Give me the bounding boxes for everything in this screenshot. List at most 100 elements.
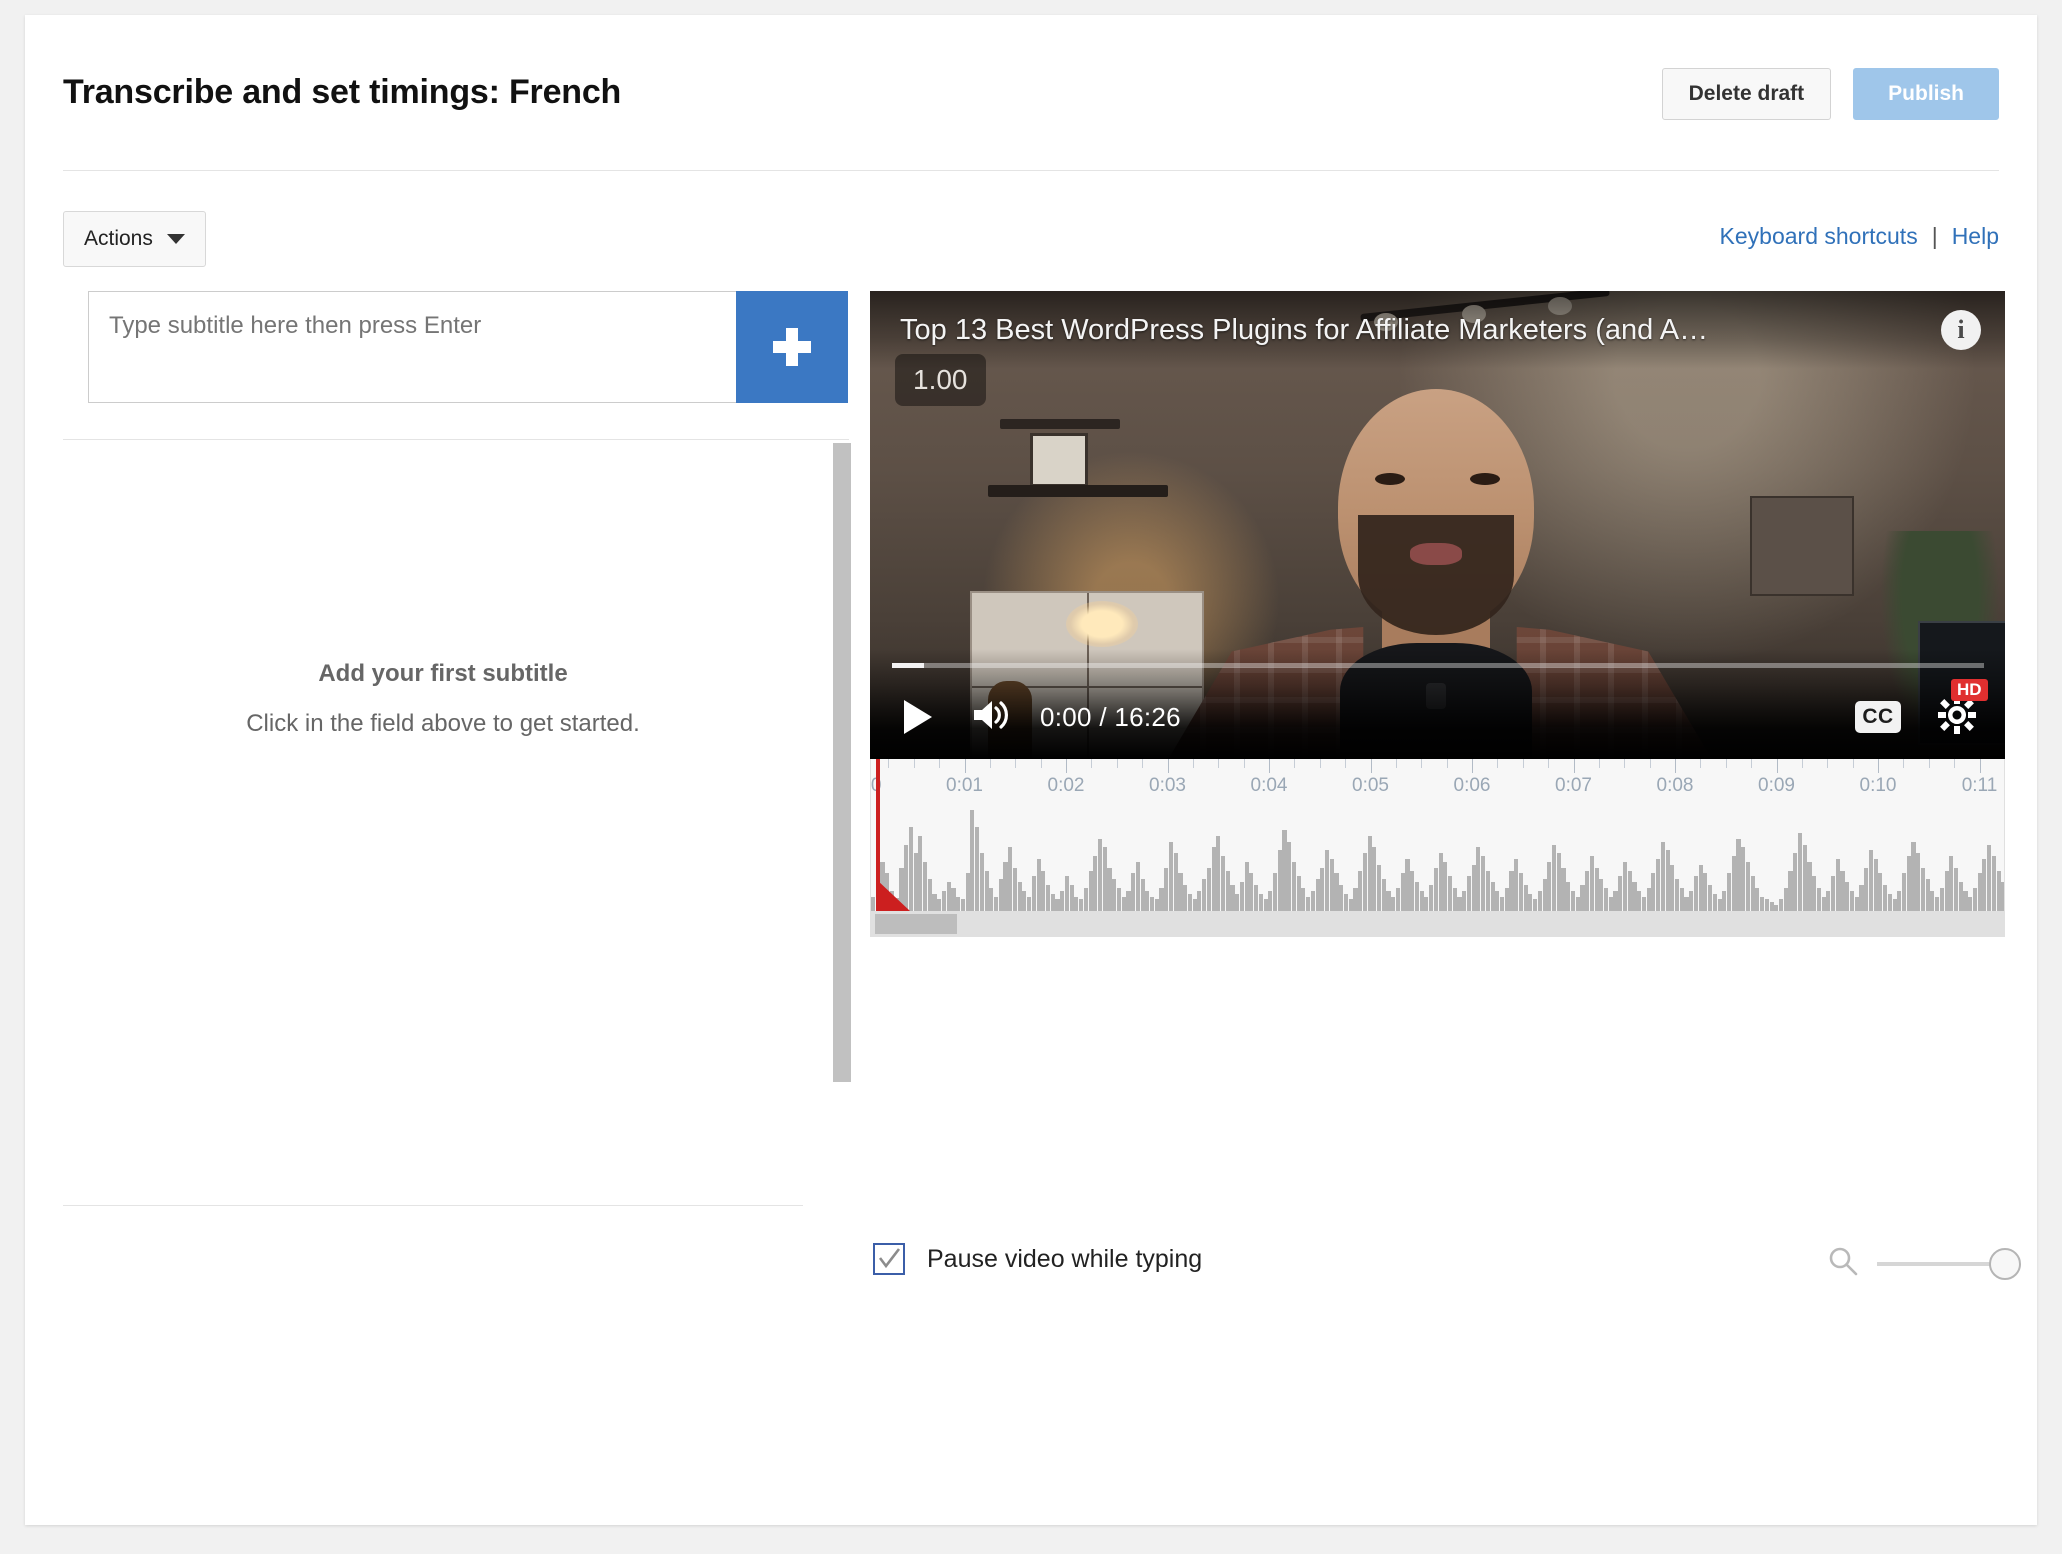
timeline-tick-label: 0:09 [1758, 775, 1795, 796]
info-icon[interactable]: i [1941, 310, 1981, 350]
delete-draft-button[interactable]: Delete draft [1661, 68, 1832, 120]
waveform-bar [1656, 858, 1661, 911]
play-button[interactable] [904, 700, 932, 734]
waveform-bar [1703, 873, 1708, 911]
waveform-bar [1495, 890, 1500, 911]
timeline-scrollbar-thumb[interactable] [875, 914, 957, 934]
waveform-bar [1679, 887, 1684, 911]
timeline-tick [1649, 759, 1651, 768]
time-display: 0:00 / 16:26 [1040, 701, 1181, 732]
timeline-tick [1675, 759, 1676, 773]
timeline-tick [1218, 759, 1220, 768]
waveform-bar [1821, 896, 1826, 911]
waveform-bar [1414, 882, 1419, 911]
video-title[interactable]: Top 13 Best WordPress Plugins for Affili… [900, 314, 1941, 347]
waveform-bar [1807, 861, 1812, 911]
chevron-down-icon [166, 234, 185, 244]
waveform-bar [941, 890, 947, 911]
waveform-bar [1627, 870, 1632, 911]
waveform-bar [1230, 884, 1235, 911]
waveform-bar [1944, 870, 1949, 911]
waveform-bar [1362, 853, 1367, 911]
waveform-bar [1220, 856, 1226, 911]
subtitle-editor-panel: Add your first subtitle Click in the fie… [63, 291, 851, 1231]
waveform-bar [1045, 884, 1051, 911]
waveform-bar [1580, 884, 1585, 911]
waveform-bar [1745, 861, 1751, 911]
timeline-scrollbar-track[interactable] [871, 911, 2004, 937]
timeline-tick [1598, 759, 1600, 768]
waveform-bar [1116, 887, 1122, 911]
waveform-bar [1585, 870, 1590, 911]
waveform-bar [1883, 884, 1888, 911]
timeline-tick [964, 759, 966, 773]
audio-timeline[interactable]: 0:000:010:020:030:040:050:060:070:080:09… [870, 759, 2005, 937]
timeline-tick [989, 759, 991, 768]
page-header: Transcribe and set timings: French Delet… [25, 15, 2037, 170]
timeline-tick [1624, 759, 1626, 768]
keyboard-shortcuts-link[interactable]: Keyboard shortcuts [1720, 223, 1918, 250]
waveform-bar [1377, 864, 1382, 911]
waveform-bar [1306, 896, 1311, 911]
volume-icon[interactable] [970, 698, 1010, 737]
waveform-bar [1618, 876, 1623, 911]
help-link[interactable]: Help [1952, 223, 1999, 250]
waveform-bar [1717, 899, 1722, 911]
timeline-tick [1116, 759, 1118, 768]
waveform-bar [1296, 876, 1301, 911]
timeline-tick [1954, 759, 1956, 768]
timeline-tick-label: 0:10 [1859, 775, 1897, 796]
add-subtitle-button[interactable] [736, 291, 848, 403]
waveform-bar [1514, 858, 1519, 911]
timeline-tick [1319, 759, 1321, 768]
waveform-bar [1892, 899, 1897, 911]
waveform-bar [1410, 870, 1415, 911]
actions-dropdown-button[interactable]: Actions [63, 211, 206, 267]
waveform-bar [1112, 879, 1117, 911]
playhead-handle[interactable] [876, 879, 910, 911]
waveform-bar [1788, 870, 1793, 911]
publish-button[interactable]: Publish [1853, 68, 1999, 120]
zoom-slider[interactable] [1877, 1247, 2021, 1280]
waveform-bar [1925, 879, 1930, 911]
header-divider [63, 170, 1999, 171]
timeline-tick [1776, 759, 1778, 773]
waveform-bar [1972, 887, 1978, 911]
waveform-bar [1159, 887, 1164, 911]
video-player[interactable]: Top 13 Best WordPress Plugins for Affili… [870, 291, 2005, 759]
waveform-bar [1225, 870, 1230, 911]
waveform-bar [1987, 844, 1992, 911]
controls-row: 0:00 / 16:26 CC HD [870, 675, 2005, 759]
waveform-bar [1963, 890, 1968, 911]
timeline-tick [1751, 759, 1753, 768]
progress-bar[interactable] [892, 663, 1984, 668]
timeline-tick [1167, 759, 1169, 773]
waveform-bar [1206, 867, 1211, 911]
waveform-bar [1783, 887, 1788, 911]
waveform-bar [1712, 893, 1717, 911]
timeline-tick [1725, 759, 1727, 768]
timeline-footer: Pause video while typing [870, 1243, 2021, 1303]
pause-while-typing-checkbox[interactable]: Pause video while typing [873, 1243, 1202, 1275]
timeline-tick-label: 0:03 [1149, 775, 1186, 796]
zoom-slider-knob[interactable] [1989, 1247, 2021, 1280]
timeline-tick [1243, 759, 1245, 768]
waveform-bar [1708, 884, 1713, 911]
waveform-bar [1419, 890, 1424, 911]
captions-icon[interactable]: CC [1855, 701, 1901, 733]
waveform-bar [1466, 876, 1471, 911]
waveform-bar [1055, 899, 1060, 911]
waveform-bar [1868, 850, 1873, 911]
waveform-bar [1797, 832, 1803, 911]
subtitle-list-scrollbar[interactable] [833, 443, 851, 1082]
checkbox-box[interactable] [873, 1243, 905, 1275]
settings-gear-icon[interactable]: HD [1935, 678, 1988, 742]
timeline-tick [1040, 759, 1042, 768]
subtitle-input[interactable] [88, 291, 736, 403]
waveform-bar [1429, 884, 1434, 911]
waveform-bar [1901, 873, 1907, 911]
waveform-bar [1779, 899, 1784, 911]
waveform-bar [1041, 870, 1046, 911]
waveform-bar [1906, 856, 1911, 911]
timeline-tick [1497, 759, 1499, 768]
